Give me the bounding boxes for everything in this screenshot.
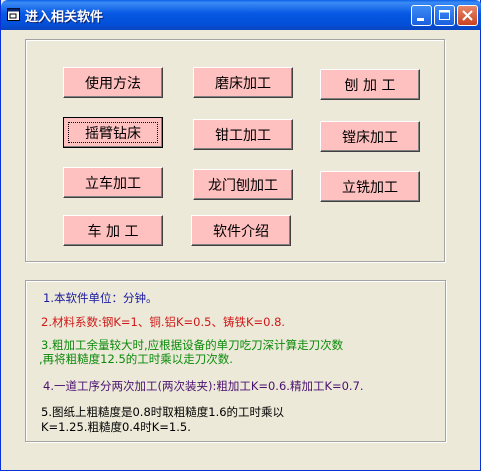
note-units: 1.本软件单位：分钟。	[43, 291, 158, 305]
turning-button[interactable]: 车 加 工	[63, 215, 163, 246]
app-icon	[7, 8, 20, 21]
fitter-button[interactable]: 钳工加工	[193, 119, 293, 150]
maximize-icon	[439, 10, 450, 20]
vertical-milling-button[interactable]: 立铣加工	[320, 171, 420, 202]
note-rough-machining-2: ,再将粗糙度12.5的工时乘以走刀次数.	[39, 352, 233, 366]
app-window: 进入相关软件 使用方法 磨床加工 刨 加 工 摇臂钻床 钳工加工 镗床加工 立车…	[0, 0, 481, 471]
window-title: 进入相关软件	[25, 10, 104, 25]
note-roughness-1: 5.图纸上粗糙度是0.8时取粗糙度1.6的工时乘以	[41, 405, 285, 419]
software-intro-button[interactable]: 软件介绍	[191, 215, 291, 246]
minimize-icon	[417, 18, 424, 21]
close-button[interactable]	[457, 5, 478, 26]
title-bar[interactable]: 进入相关软件	[1, 0, 481, 30]
gantry-planer-button[interactable]: 龙门刨加工	[193, 169, 293, 200]
note-two-setups: 4.一道工序分两次加工(两次装夹):粗加工K=0.6.精加工K=0.7.	[43, 379, 364, 393]
boring-button[interactable]: 镗床加工	[320, 121, 420, 152]
note-roughness-2: K=1.25.粗糙度0.4时K=1.5.	[41, 420, 191, 434]
vertical-lathe-button[interactable]: 立车加工	[63, 167, 163, 198]
minimize-button[interactable]	[411, 5, 432, 26]
planing-button[interactable]: 刨 加 工	[320, 69, 420, 100]
note-material-factor: 2.材料系数:钢K=1、铜.铝K=0.5、铸铁K=0.8.	[41, 315, 286, 329]
maximize-button[interactable]	[434, 5, 455, 26]
close-icon	[462, 10, 473, 21]
usage-button[interactable]: 使用方法	[63, 67, 163, 98]
grinding-button[interactable]: 磨床加工	[193, 67, 293, 98]
radial-drill-button[interactable]: 摇臂钻床	[63, 117, 163, 148]
